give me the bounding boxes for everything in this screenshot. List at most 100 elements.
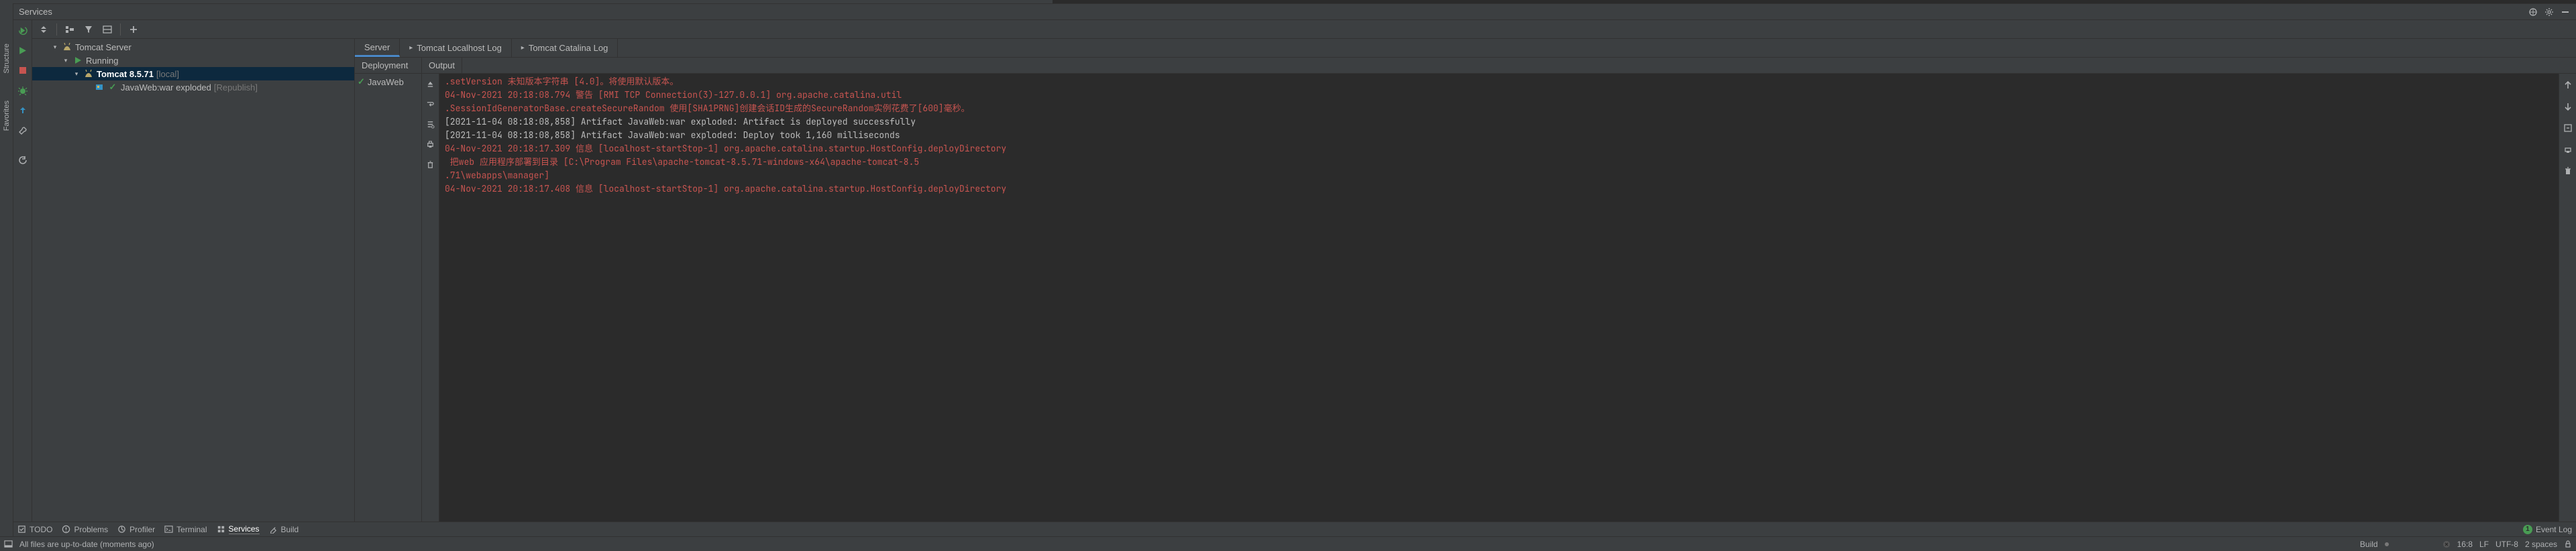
- right-tool-column: [2559, 74, 2576, 522]
- left-tool-column: [13, 20, 32, 522]
- collapse-icon[interactable]: [2528, 7, 2538, 17]
- tab-terminal[interactable]: Terminal: [164, 525, 207, 534]
- artifact-icon: [94, 82, 105, 93]
- console-line: 04-Nov-2021 20:18:08.794 警告 [RMI TCP Con…: [445, 88, 2553, 102]
- sidebar-tab-structure[interactable]: Structure: [3, 44, 11, 74]
- wrap-icon[interactable]: [2561, 121, 2575, 135]
- tab-services[interactable]: Services: [217, 524, 260, 534]
- stop-button[interactable]: [15, 63, 30, 78]
- expand-all-icon[interactable]: [36, 22, 51, 37]
- chevron-down-icon[interactable]: ▾: [62, 57, 70, 64]
- group-by-icon[interactable]: [62, 22, 77, 37]
- tab-localhost-log[interactable]: ▸ Tomcat Localhost Log: [400, 39, 512, 57]
- soft-wrap-icon[interactable]: [423, 97, 438, 111]
- hide-icon[interactable]: [2560, 7, 2571, 17]
- layout-icon[interactable]: [100, 22, 115, 37]
- tab-label: TODO: [30, 525, 52, 534]
- tab-label: Problems: [74, 525, 108, 534]
- sidebar-tab-favorites[interactable]: Favorites: [3, 101, 11, 131]
- panel-title: Services: [19, 7, 52, 17]
- clear-icon[interactable]: [423, 157, 438, 172]
- tomcat-icon: [83, 68, 94, 79]
- left-sidebar: Structure Favorites: [0, 3, 13, 536]
- print-icon[interactable]: [423, 137, 438, 151]
- tab-build[interactable]: Build: [269, 525, 299, 534]
- tab-catalina-log[interactable]: ▸ Tomcat Catalina Log: [512, 39, 619, 57]
- status-indent[interactable]: 2 spaces: [2525, 540, 2557, 549]
- tab-profiler[interactable]: Profiler: [117, 525, 155, 534]
- tree-toolbar: [32, 20, 2576, 39]
- check-icon: ✓: [107, 82, 118, 93]
- deployment-column: ✓ JavaWeb: [355, 74, 422, 522]
- print2-icon[interactable]: [2561, 142, 2575, 157]
- arrow-down-icon[interactable]: [2561, 99, 2575, 114]
- tree-node-tomcat-server[interactable]: ▾ Tomcat Server: [32, 40, 354, 54]
- deployment-item[interactable]: ✓ JavaWeb: [355, 74, 421, 90]
- run-button[interactable]: [15, 43, 30, 58]
- console-tool-column: [422, 74, 439, 522]
- console-line: 把web 应用程序部署到目录 [C:\Program Files\apache-…: [445, 156, 2553, 169]
- console-line: [2021-11-04 08:18:08,858] Artifact JavaW…: [445, 115, 2553, 129]
- tree-node-running[interactable]: ▾ Running: [32, 54, 354, 67]
- tools-button[interactable]: [15, 123, 30, 138]
- chevron-down-icon[interactable]: ▾: [72, 70, 80, 78]
- tree-label: Tomcat 8.5.71: [97, 69, 154, 79]
- console-line: .SessionIdGeneratorBase.createSecureRand…: [445, 102, 2553, 115]
- tab-server[interactable]: Server: [355, 39, 400, 57]
- status-build[interactable]: Build: [2360, 540, 2378, 549]
- console-line: .71\webapps\manager]: [445, 169, 2553, 182]
- arrow-up-icon[interactable]: [2561, 78, 2575, 93]
- scroll-to-end-icon[interactable]: [423, 117, 438, 131]
- rerun-button[interactable]: [15, 23, 30, 38]
- gear-icon[interactable]: [2544, 7, 2555, 17]
- tree-suffix: [local]: [156, 69, 179, 79]
- tree-label: JavaWeb:war exploded: [121, 82, 211, 93]
- tab-todo[interactable]: TODO: [17, 525, 52, 534]
- tab-event-log[interactable]: 1 Event Log: [2523, 525, 2572, 534]
- tree-suffix: [Republish]: [214, 82, 258, 93]
- tab-label: Server: [364, 42, 390, 52]
- tab-problems[interactable]: Problems: [62, 525, 108, 534]
- console-line: [2021-11-04 08:18:08,858] Artifact JavaW…: [445, 129, 2553, 142]
- play-icon: ▸: [521, 44, 525, 52]
- tab-label: Tomcat Localhost Log: [417, 43, 501, 53]
- scroll-up-icon[interactable]: [423, 76, 438, 91]
- deployment-label: JavaWeb: [368, 77, 404, 87]
- tab-label: Terminal: [176, 525, 207, 534]
- chevron-down-icon[interactable]: ▾: [51, 44, 59, 51]
- tree-label: Tomcat Server: [75, 42, 131, 52]
- tab-label: Tomcat Catalina Log: [529, 43, 608, 53]
- check-icon: ✓: [358, 76, 365, 87]
- status-encoding[interactable]: UTF-8: [2496, 540, 2518, 549]
- output-header: Output: [422, 58, 462, 73]
- server-tree[interactable]: ▾ Tomcat Server ▾ Running: [32, 39, 354, 522]
- tab-label: Services: [229, 524, 260, 534]
- status-icon[interactable]: [4, 540, 13, 548]
- trash-icon[interactable]: [2561, 164, 2575, 178]
- add-icon[interactable]: [126, 22, 141, 37]
- tab-label: Build: [281, 525, 299, 534]
- separator: [120, 23, 121, 36]
- status-line-col[interactable]: 16:8: [2457, 540, 2473, 549]
- tree-node-server-instance[interactable]: ▾ Tomcat 8.5.71 [local]: [32, 67, 354, 80]
- filter-icon[interactable]: [81, 22, 96, 37]
- close-progress-icon[interactable]: [2443, 540, 2451, 548]
- deployment-header: Deployment: [355, 58, 422, 73]
- separator: [56, 23, 57, 36]
- tab-label: Profiler: [129, 525, 155, 534]
- lock-icon[interactable]: [2564, 540, 2572, 548]
- update-button[interactable]: [15, 103, 30, 118]
- tree-label: Running: [86, 56, 118, 66]
- refresh-button[interactable]: [15, 153, 30, 168]
- tab-label: Event Log: [2536, 525, 2572, 534]
- play-icon: ▸: [409, 44, 413, 52]
- tomcat-icon: [62, 42, 72, 52]
- play-icon: [72, 55, 83, 66]
- bottom-toolwindow-bar: TODO Problems Profiler Terminal Services…: [13, 522, 2576, 536]
- notification-badge: 1: [2523, 525, 2532, 534]
- console-output[interactable]: .setVersion 未知版本字符串 [4.0]。将使用默认版本。04-Nov…: [439, 74, 2559, 522]
- debug-button[interactable]: [15, 83, 30, 98]
- services-panel: Services: [13, 3, 2576, 522]
- tree-node-artifact[interactable]: ✓ JavaWeb:war exploded [Republish]: [32, 80, 354, 94]
- status-line-sep[interactable]: LF: [2479, 540, 2489, 549]
